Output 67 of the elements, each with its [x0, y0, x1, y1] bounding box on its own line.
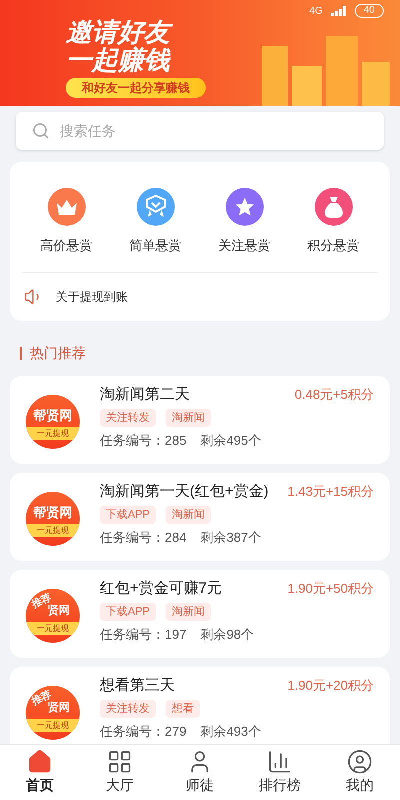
category-badge[interactable] [136, 188, 174, 226]
task-reward: 1.90元+50积分 [288, 580, 374, 598]
user-circle-icon [347, 749, 373, 775]
task-number: 任务编号：197 [100, 626, 187, 644]
logo-name: 帮贤网 [34, 506, 72, 519]
search-field[interactable]: 搜索任务 [16, 112, 384, 150]
task-number: 任务编号：284 [100, 529, 187, 547]
task-tag: 关注转发 [100, 700, 156, 718]
task-title: 淘新闻第二天 [100, 384, 190, 404]
battery-level: 40 [354, 4, 384, 18]
task-tag: 淘新闻 [166, 408, 211, 427]
task-tag: 下载APP [100, 506, 156, 524]
task-title: 红包+赏金可赚7元 [100, 578, 222, 598]
task-card[interactable]: 推荐 贤网 一元提现 想看第三天 1.90元+20积分 关注转发 想看 任务编号：279 剩余493个 [10, 666, 390, 744]
task-remaining: 剩余493个 [200, 723, 262, 741]
bar-chart-icon [267, 749, 293, 775]
category-badge[interactable] [48, 188, 86, 226]
task-reward: 1.43元+15积分 [288, 482, 374, 501]
task-number: 任务编号：279 [100, 723, 187, 741]
nav-tab[interactable]: 师徒 [160, 745, 240, 800]
task-tag: 想看 [166, 700, 200, 718]
task-title: 淘新闻第一天(红包+赏金) [100, 482, 269, 502]
task-remaining: 剩余98个 [200, 626, 254, 644]
category-label[interactable]: 高价悬赏 [40, 236, 92, 256]
task-title: 想看第三天 [100, 676, 175, 696]
category-label[interactable]: 关注悬赏 [218, 236, 270, 256]
logo-caption: 一元提现 [26, 524, 80, 537]
section-title: 热门推荐 [30, 344, 86, 362]
logo-name: 贤网 [48, 606, 70, 617]
task-remaining: 剩余495个 [200, 432, 262, 450]
task-tag: 关注转发 [100, 408, 156, 427]
task-number: 任务编号：285 [100, 432, 187, 450]
star-icon [234, 196, 256, 218]
nav-tab[interactable]: 我的 [320, 745, 400, 800]
task-card[interactable]: 推荐 贤网 一元提现 红包+赏金可赚7元 1.90元+50积分 下载APP 淘新闻 任务编号：197 剩余98个 [10, 570, 390, 658]
section-marker [20, 346, 22, 360]
signal-icon [330, 6, 347, 16]
nav-tab[interactable]: 排行榜 [240, 745, 320, 800]
task-tag: 淘新闻 [166, 602, 212, 621]
banner-title: 一起赚钱 [66, 46, 170, 74]
category-badge[interactable] [226, 188, 264, 226]
task-tag: 淘新闻 [166, 506, 212, 524]
grid-icon [107, 749, 133, 775]
notice-text[interactable]: 关于提现到账 [56, 288, 128, 306]
logo-caption: 一元提现 [26, 427, 80, 440]
logo-name: 帮贤网 [34, 409, 72, 422]
medal-icon [144, 195, 166, 219]
money-bag-icon [322, 195, 344, 219]
banner[interactable]: 4G 40 邀请好友 一起赚钱 和好友一起分享赚钱 [0, 0, 400, 106]
task-reward: 1.90元+20积分 [288, 676, 374, 695]
category-label[interactable]: 简单悬赏 [130, 236, 182, 256]
network-label: 4G [310, 4, 323, 18]
task-tag: 下载APP [100, 602, 156, 621]
banner-subtitle: 和好友一起分享赚钱 [66, 78, 206, 98]
task-card[interactable]: 帮贤网 一元提现 淘新闻第二天 0.48元+5积分 关注转发 淘新闻 任务编号：285 剩余495个 [10, 376, 390, 464]
logo-caption: 一元提现 [26, 719, 80, 732]
task-remaining: 剩余387个 [200, 529, 262, 547]
task-card[interactable]: 帮贤网 一元提现 淘新闻第一天(红包+赏金) 1.43元+15积分 下载APP 淘新闻 任务编号：284 剩余387个 [10, 472, 390, 560]
logo-caption: 一元提现 [26, 622, 80, 635]
logo-name: 贤网 [48, 703, 70, 714]
home-icon [27, 749, 53, 775]
category-label[interactable]: 积分悬赏 [308, 236, 360, 256]
nav-tab[interactable]: 首页 [0, 745, 80, 800]
task-reward: 0.48元+5积分 [294, 386, 374, 404]
search-icon [32, 122, 50, 140]
nav-tab[interactable]: 大厅 [80, 745, 160, 800]
category-badge[interactable] [314, 188, 352, 226]
